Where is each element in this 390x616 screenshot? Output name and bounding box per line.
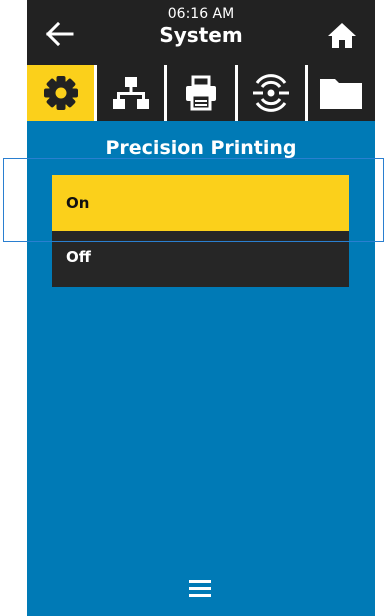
printer-icon — [186, 75, 216, 111]
tab-settings[interactable] — [27, 65, 95, 121]
folder-icon — [320, 79, 363, 109]
tab-storage[interactable] — [304, 65, 375, 121]
option-on[interactable]: On — [52, 175, 349, 231]
home-icon — [328, 23, 356, 48]
page-title: System — [159, 23, 243, 47]
category-tabs — [27, 65, 375, 121]
tab-network[interactable] — [94, 65, 164, 121]
setting-title: Precision Printing — [105, 137, 297, 159]
hamburger-menu-icon — [189, 580, 211, 597]
menu-button[interactable] — [189, 580, 211, 598]
network-icon — [112, 77, 149, 109]
printer-display: 06:16 AM System Precision Printing On Of… — [27, 0, 375, 616]
wireless-icon — [253, 74, 290, 112]
tab-print[interactable] — [164, 65, 234, 121]
option-off[interactable]: Off — [52, 231, 349, 287]
tab-connection[interactable] — [234, 65, 305, 121]
clock: 06:16 AM — [167, 6, 235, 22]
gear-icon — [43, 76, 78, 110]
home-button[interactable] — [325, 18, 359, 52]
header-bar: 06:16 AM System — [27, 0, 375, 65]
